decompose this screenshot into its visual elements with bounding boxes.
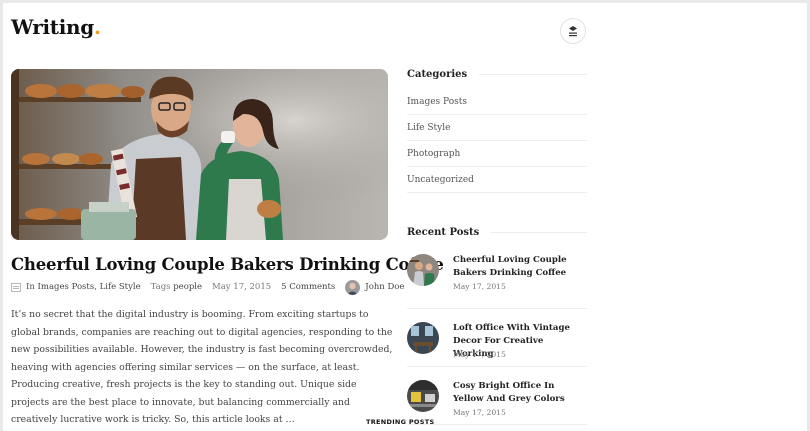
sidebar-category-images-posts[interactable]: Images Posts	[407, 89, 587, 115]
heading-divider	[491, 231, 587, 233]
logo-dot: .	[93, 15, 101, 39]
recent-posts-list: Cheerful Loving Couple Bakers Drinking C…	[407, 251, 587, 425]
recent-posts-heading: Recent Posts	[407, 225, 587, 239]
categories-title: Categories	[407, 68, 468, 80]
tags-prefix: Tags	[150, 282, 171, 292]
comments-link[interactable]: 5 Comments	[281, 282, 335, 292]
tag-link-people[interactable]: people	[173, 282, 202, 292]
recent-posts-title: Recent Posts	[407, 226, 480, 238]
category-link-life-style[interactable]: Life Style	[100, 282, 141, 292]
author-avatar	[345, 279, 361, 295]
recent-post-date: May 17, 2015	[453, 350, 506, 359]
recent-post-thumbnail[interactable]	[407, 380, 439, 412]
menu-button[interactable]	[560, 18, 586, 44]
sidebar-category-life-style[interactable]: Life Style	[407, 115, 587, 141]
category-icon	[11, 282, 21, 292]
heading-divider	[479, 73, 587, 75]
post-date: May 17, 2015	[212, 282, 272, 292]
categories-list: Images Posts Life Style Photograph Uncat…	[407, 89, 587, 193]
recent-post-thumbnail[interactable]	[407, 322, 439, 354]
featured-image[interactable]	[11, 69, 388, 240]
recent-post-thumbnail[interactable]	[407, 254, 439, 286]
post-meta: In Images Posts, Life Style Tags people …	[11, 279, 404, 295]
category-prefix: In	[26, 282, 35, 292]
categories-heading: Categories	[407, 67, 587, 81]
post-title[interactable]: Cheerful Loving Couple Bakers Drinking C…	[11, 255, 444, 274]
recent-post-item[interactable]: Cosy Bright Office In Yellow And Grey Co…	[407, 367, 587, 425]
recent-post-item[interactable]: Loft Office With Vintage Decor For Creat…	[407, 309, 587, 367]
recent-post-title[interactable]: Cosy Bright Office In Yellow And Grey Co…	[453, 380, 585, 406]
page: Writing. Cheerful Loving Couple Bakers D…	[3, 3, 807, 431]
recent-post-title[interactable]: Cheerful Loving Couple Bakers Drinking C…	[453, 254, 585, 280]
category-link-images-posts[interactable]: Images Posts	[38, 282, 95, 292]
recent-post-item[interactable]: Cheerful Loving Couple Bakers Drinking C…	[407, 251, 587, 309]
sidebar-category-uncategorized[interactable]: Uncategorized	[407, 167, 587, 193]
post-excerpt: It’s no secret that the digital industry…	[11, 309, 393, 425]
site-logo[interactable]: Writing.	[11, 15, 101, 39]
sidebar-category-photograph[interactable]: Photograph	[407, 141, 587, 167]
author-link[interactable]: John Doe	[365, 282, 404, 292]
trending-posts-label[interactable]: TRENDING POSTS	[366, 418, 434, 426]
recent-post-date: May 17, 2015	[453, 408, 506, 417]
logo-text: Writing	[11, 15, 94, 39]
recent-post-date: May 17, 2015	[453, 282, 506, 291]
stack-menu-icon	[569, 26, 577, 37]
